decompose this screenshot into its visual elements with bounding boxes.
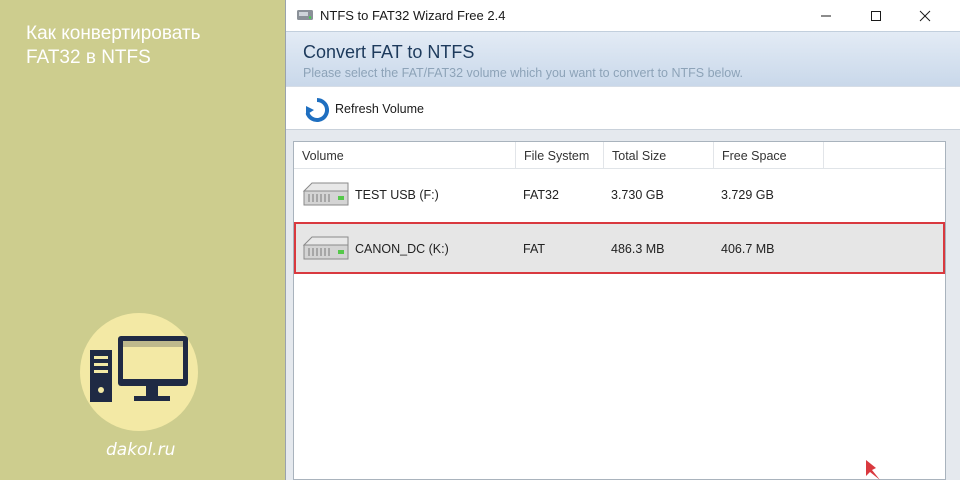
total-size: 486.3 MB: [611, 242, 665, 256]
close-icon: [919, 10, 931, 21]
maximize-button[interactable]: [853, 0, 899, 31]
side-title: Как конвертировать FAT32 в NTFS: [26, 22, 201, 70]
app-icon: [297, 10, 313, 20]
column-header-row: Volume File System Total Size Free Space: [294, 142, 945, 169]
side-panel: Как конвертировать FAT32 в NTFS dakol.ru: [0, 0, 285, 480]
volume-name: TEST USB (F:): [355, 188, 439, 202]
free-space: 3.729 GB: [721, 188, 774, 202]
drive-icon: [302, 182, 349, 206]
side-title-line-2: FAT32 в NTFS: [26, 47, 151, 68]
page-subtitle: Please select the FAT/FAT32 volume which…: [303, 66, 744, 80]
app-window: NTFS to FAT32 Wizard Free 2.4 Convert FA…: [285, 0, 960, 480]
close-button[interactable]: [902, 0, 948, 31]
content-area: Volume File System Total Size Free Space…: [286, 130, 960, 480]
total-size: 3.730 GB: [611, 188, 664, 202]
toolbar: Refresh Volume: [286, 86, 960, 130]
volume-list[interactable]: Volume File System Total Size Free Space…: [293, 141, 946, 480]
column-header-free-space[interactable]: Free Space: [714, 142, 824, 168]
side-title-line-1: Как конвертировать: [26, 23, 201, 44]
file-system: FAT32: [523, 188, 559, 202]
file-system: FAT: [523, 242, 545, 256]
page-title: Convert FAT to NTFS: [303, 42, 475, 62]
free-space: 406.7 MB: [721, 242, 775, 256]
column-header-total-size[interactable]: Total Size: [604, 142, 714, 168]
table-row[interactable]: CANON_DC (K:) FAT 486.3 MB 406.7 MB: [294, 222, 945, 274]
minimize-icon: [821, 15, 831, 16]
drive-icon: [302, 236, 349, 260]
computer-icon: [90, 336, 188, 402]
column-header-volume[interactable]: Volume: [294, 142, 516, 168]
table-row[interactable]: TEST USB (F:) FAT32 3.730 GB 3.729 GB: [294, 169, 945, 221]
wizard-header: Convert FAT to NTFS Please select the FA…: [286, 31, 960, 86]
volume-name: CANON_DC (K:): [355, 242, 449, 256]
refresh-volume-label: Refresh Volume: [335, 102, 424, 116]
site-name: dakol.ru: [106, 440, 176, 460]
refresh-icon: [305, 97, 330, 122]
maximize-icon: [871, 10, 881, 21]
refresh-volume-button[interactable]: Refresh Volume: [296, 91, 426, 127]
window-title: NTFS to FAT32 Wizard Free 2.4: [320, 8, 506, 23]
arrow-pointer-icon: [866, 460, 880, 480]
minimize-button[interactable]: [803, 0, 849, 31]
column-header-file-system[interactable]: File System: [516, 142, 604, 168]
title-bar[interactable]: NTFS to FAT32 Wizard Free 2.4: [286, 0, 960, 31]
